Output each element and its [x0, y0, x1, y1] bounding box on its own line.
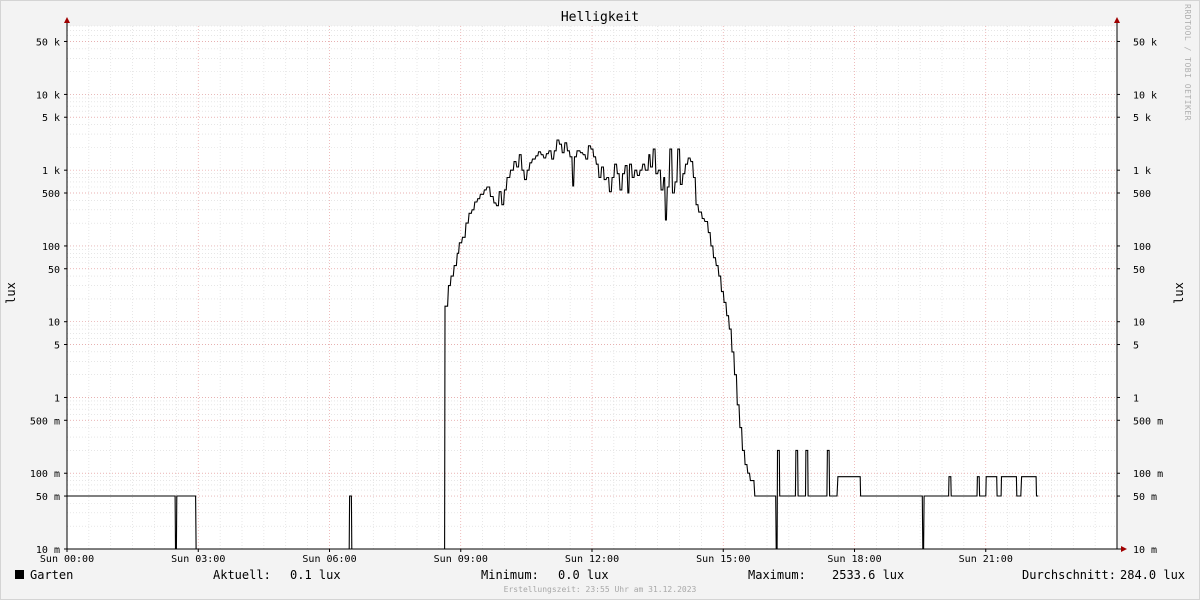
x-tick-label: Sun 12:00 — [565, 554, 619, 565]
legend-min-value: 0.0 lux — [558, 568, 609, 582]
y-tick-label-right: 10 — [1133, 318, 1145, 329]
y-tick-label-left: 50 — [48, 265, 60, 276]
y-tick-label-right: 50 m — [1133, 492, 1157, 503]
y-axis-arrow-right — [1114, 17, 1120, 23]
y-tick-label-right: 10 k — [1133, 90, 1157, 101]
y-tick-label-right: 5 — [1133, 341, 1139, 352]
y-tick-label-right: 1 — [1133, 393, 1139, 404]
legend-current-value: 0.1 lux — [290, 568, 341, 582]
y-tick-label-left: 10 — [48, 318, 60, 329]
y-tick-label-right: 50 k — [1133, 37, 1157, 48]
x-axis-arrow — [1121, 546, 1127, 552]
chart-canvas: 10 m 10 m50 m 50 m100 m 100 m500 m 500 m1 15 5… — [30, 17, 1163, 565]
y-tick-label-right: 500 m — [1133, 416, 1163, 427]
y-tick-label-left: 500 — [42, 189, 60, 200]
y-tick-label-right: 1 k — [1133, 166, 1151, 177]
y-tick-label-right: 500 — [1133, 189, 1151, 200]
x-tick-label: Sun 00:00 — [40, 554, 94, 565]
y-tick-label-right: 50 — [1133, 265, 1145, 276]
y-tick-label-right: 100 — [1133, 242, 1151, 253]
legend-avg-label: Durchschnitt: — [1022, 568, 1116, 582]
y-tick-label-left: 100 m — [30, 469, 60, 480]
legend-avg-value: 284.0 lux — [1120, 568, 1186, 582]
legend-row: Garten Aktuell: 0.1 lux Minimum: 0.0 lux… — [0, 568, 1200, 584]
legend-max-label: Maximum: — [748, 568, 806, 582]
y-tick-label-left: 1 k — [42, 166, 60, 177]
legend-max-value: 2533.6 lux — [832, 568, 905, 582]
legend-current-label: Aktuell: — [213, 568, 271, 582]
creation-time-footer: Erstellungszeit: 23:55 Uhr am 31.12.2023 — [503, 585, 697, 594]
y-tick-label-left: 5 — [54, 341, 60, 352]
legend-min-label: Minimum: — [481, 568, 539, 582]
y-tick-label-right: 5 k — [1133, 113, 1151, 124]
y-axis-arrow-left — [64, 17, 70, 23]
y-tick-label-left: 100 — [42, 242, 60, 253]
x-tick-label: Sun 18:00 — [827, 554, 881, 565]
x-tick-label: Sun 06:00 — [302, 554, 356, 565]
legend-series-name: Garten — [30, 568, 74, 582]
y-tick-label-left: 5 k — [42, 113, 60, 124]
y-tick-label-right: 10 m — [1133, 545, 1157, 556]
x-tick-label: Sun 03:00 — [171, 554, 225, 565]
y-tick-label-left: 50 k — [36, 37, 60, 48]
x-tick-label: Sun 21:00 — [959, 554, 1013, 565]
x-tick-label: Sun 15:00 — [696, 554, 750, 565]
y-tick-label-left: 10 k — [36, 90, 60, 101]
x-tick-label: Sun 09:00 — [434, 554, 488, 565]
y-tick-label-right: 100 m — [1133, 469, 1163, 480]
y-tick-label-left: 1 — [54, 393, 60, 404]
y-tick-label-left: 50 m — [36, 492, 60, 503]
y-tick-label-left: 500 m — [30, 416, 60, 427]
